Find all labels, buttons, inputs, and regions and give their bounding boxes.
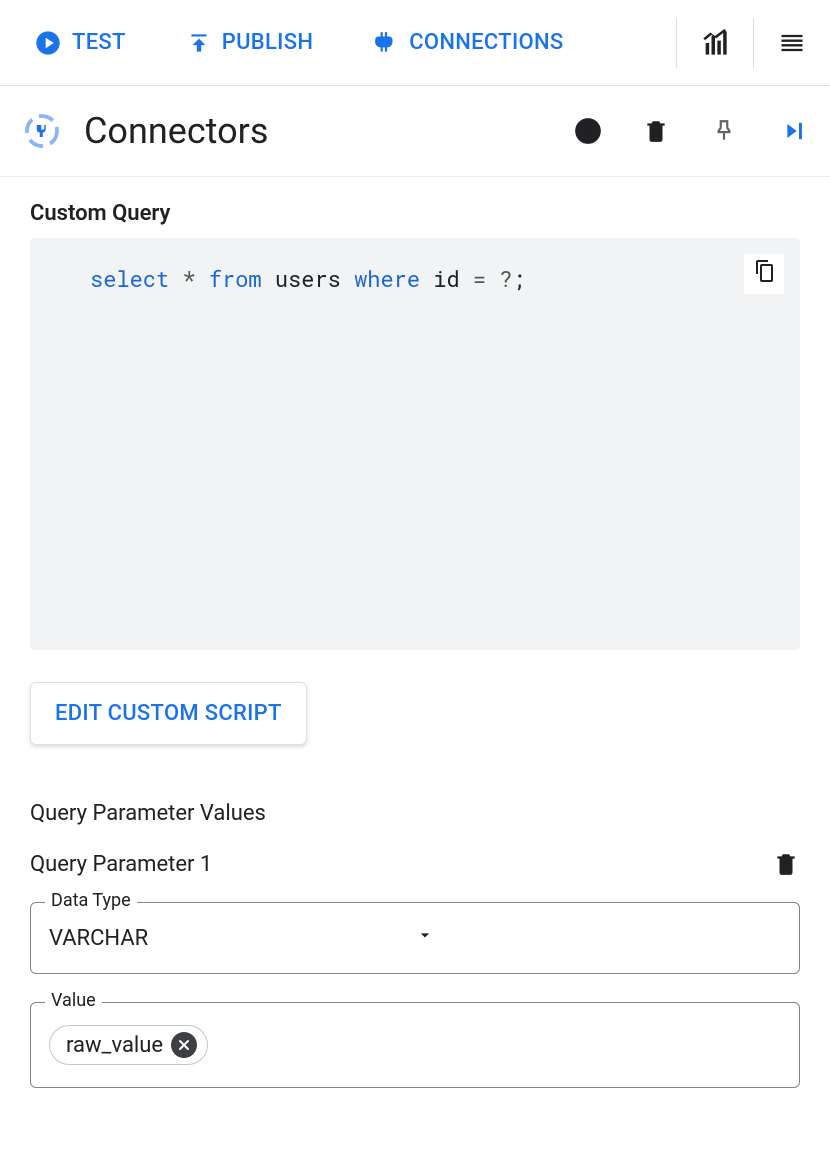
value-field[interactable]: Value raw_value [30, 1002, 800, 1088]
panel-title: Connectors [84, 110, 550, 152]
chevron-down-icon [415, 925, 781, 951]
plug-icon [373, 30, 399, 56]
publish-label: PUBLISH [222, 30, 313, 55]
delete-icon[interactable] [642, 117, 670, 145]
content-area: Custom Query select * from users where i… [0, 177, 830, 1156]
connector-node-icon [24, 113, 60, 149]
copy-button[interactable] [744, 254, 784, 294]
upload-icon [186, 30, 212, 56]
divider [676, 18, 677, 68]
help-icon[interactable] [574, 117, 602, 145]
data-type-legend: Data Type [45, 890, 137, 911]
copy-icon [752, 258, 776, 291]
connections-label: CONNECTIONS [409, 30, 563, 55]
data-type-select[interactable]: Data Type VARCHAR [30, 902, 800, 974]
test-label: TEST [72, 30, 126, 55]
chip-label: raw_value [66, 1033, 163, 1058]
query-param-values-header: Query Parameter Values [30, 801, 800, 826]
sql-text: select * from users where id = ?; [90, 264, 526, 293]
top-toolbar: TEST PUBLISH CONNECTIONS [0, 0, 830, 86]
test-button[interactable]: TEST [24, 23, 136, 63]
divider [753, 18, 754, 68]
panel-header: Connectors [0, 86, 830, 177]
publish-button[interactable]: PUBLISH [176, 24, 323, 62]
pin-icon[interactable] [710, 117, 738, 145]
menu-dense-icon[interactable] [778, 29, 806, 57]
play-circle-icon [34, 29, 62, 57]
chart-icon[interactable] [701, 29, 729, 57]
query-param-row: Query Parameter 1 [30, 850, 800, 878]
value-legend: Value [45, 990, 102, 1011]
data-type-value: VARCHAR [49, 926, 415, 951]
edit-custom-script-button[interactable]: EDIT CUSTOM SCRIPT [30, 682, 307, 745]
delete-param-icon[interactable] [772, 850, 800, 878]
value-chip[interactable]: raw_value [49, 1025, 208, 1065]
sql-codebox: select * from users where id = ?; [30, 238, 800, 650]
chip-remove-icon[interactable] [171, 1032, 197, 1058]
query-param-label: Query Parameter 1 [30, 852, 772, 877]
collapse-right-icon[interactable] [778, 117, 806, 145]
connections-button[interactable]: CONNECTIONS [363, 24, 573, 62]
custom-query-label: Custom Query [30, 201, 800, 226]
